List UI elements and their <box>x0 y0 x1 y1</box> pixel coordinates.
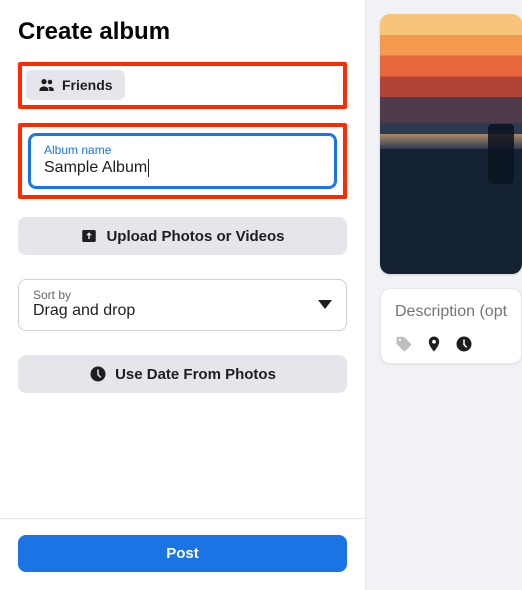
footer: Post <box>0 518 365 590</box>
clock-icon <box>89 365 107 383</box>
location-pin-icon[interactable] <box>425 335 443 353</box>
left-pane: Create album Friends Album name Sample A… <box>0 0 365 590</box>
description-icon-row <box>395 335 507 353</box>
album-name-label: Album name <box>44 143 321 157</box>
chevron-down-icon <box>318 300 332 309</box>
privacy-label: Friends <box>62 77 113 93</box>
post-button[interactable]: Post <box>18 535 347 572</box>
text-caret <box>148 159 149 177</box>
spacer <box>18 255 347 279</box>
clock-icon[interactable] <box>455 335 473 353</box>
thumbnail-silhouette <box>488 124 514 184</box>
friends-icon <box>38 76 56 94</box>
create-album-root: Create album Friends Album name Sample A… <box>0 0 522 590</box>
upload-button-label: Upload Photos or Videos <box>106 228 284 245</box>
upload-icon <box>80 227 98 245</box>
privacy-selector[interactable]: Friends <box>26 70 125 100</box>
album-name-value-wrap: Sample Album <box>44 159 321 177</box>
page-title: Create album <box>18 18 347 46</box>
use-date-button[interactable]: Use Date From Photos <box>18 355 347 393</box>
highlight-privacy: Friends <box>18 62 347 109</box>
sort-texts: Sort by Drag and drop <box>33 288 135 320</box>
tag-icon[interactable] <box>395 335 413 353</box>
description-input[interactable] <box>395 303 507 321</box>
album-name-field[interactable]: Album name Sample Album <box>28 133 337 189</box>
sort-dropdown[interactable]: Sort by Drag and drop <box>18 279 347 331</box>
description-card <box>380 288 522 364</box>
upload-button[interactable]: Upload Photos or Videos <box>18 217 347 255</box>
sort-value: Drag and drop <box>33 302 135 320</box>
album-name-input[interactable]: Sample Album <box>44 159 147 176</box>
use-date-button-label: Use Date From Photos <box>115 366 276 383</box>
highlight-album-name: Album name Sample Album <box>18 123 347 199</box>
right-pane <box>365 0 522 590</box>
spacer <box>18 331 347 355</box>
sort-label: Sort by <box>33 288 135 302</box>
photo-thumbnail[interactable] <box>380 14 522 274</box>
thumbnail-image <box>380 14 522 274</box>
